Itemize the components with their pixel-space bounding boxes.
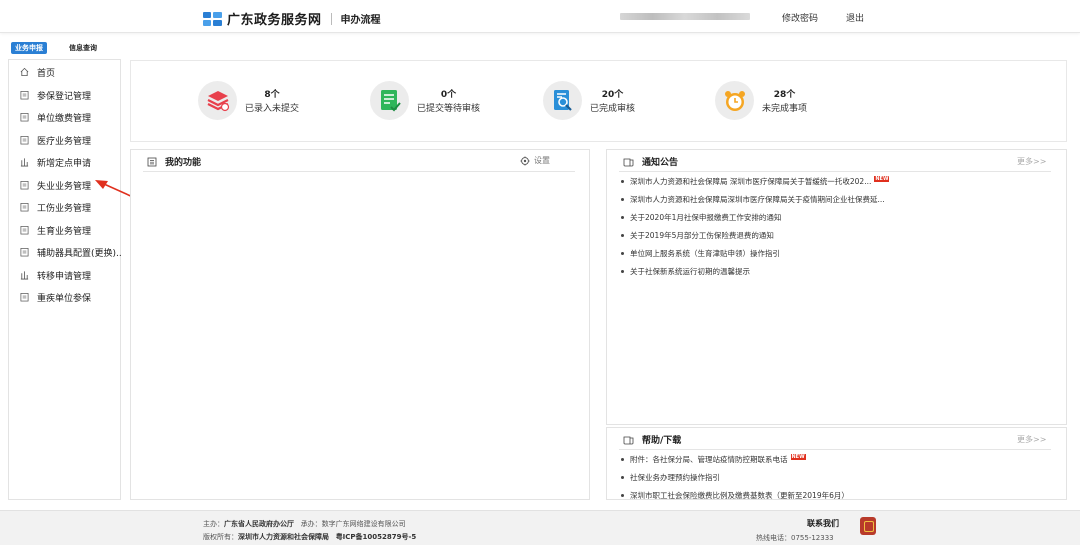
notice-icon [623, 436, 634, 444]
sidebar-item-enrollment[interactable]: 参保登记管理 [9, 86, 121, 104]
stat-count: 8个 [264, 90, 280, 100]
doc-search-icon [543, 81, 582, 120]
document-icon [20, 113, 29, 122]
sidebar-item-label: 医疗业务管理 [37, 136, 92, 147]
notices-more-link[interactable]: 更多>> [1017, 156, 1046, 167]
document-icon [20, 226, 29, 235]
notices-panel: 通知公告 更多>> 深圳市人力资源和社会保障局 深圳市医疗保障局关于暂缓统一托收… [606, 149, 1067, 425]
stat-label: 未完成事项 [762, 104, 808, 114]
stat-unfinished[interactable]: 28个 未完成事项 [715, 81, 807, 120]
help-title: 帮助/下载 [623, 433, 681, 446]
document-icon [20, 136, 29, 145]
sidebar-item-medical[interactable]: 医疗业务管理 [9, 131, 121, 149]
sidebar-item-label: 新增定点申请 [37, 158, 92, 169]
notice-item[interactable]: 关于2019年5月部分工伤保险费退费的通知 [621, 230, 774, 241]
page-footer: 主办：广东省人民政府办公厅 承办：数字广东网络建设有限公司 版权所有：深圳市人力… [0, 510, 1080, 545]
sidebar-item-home[interactable]: 首页 [9, 63, 121, 81]
sidebar-item-designated-point[interactable]: 新增定点申请 [9, 153, 121, 171]
notice-item[interactable]: 关于2020年1月社保申报缴费工作安排的通知 [621, 212, 781, 223]
my-functions-title: 我的功能 [147, 155, 201, 168]
panel-divider [619, 449, 1051, 450]
sidebar-item-label: 参保登记管理 [37, 91, 92, 102]
sidebar-item-assistive-devices[interactable]: 辅助器具配置(更换)... [9, 243, 121, 261]
sidebar-item-transfer[interactable]: 转移申请管理 [9, 266, 121, 284]
help-panel: 帮助/下载 更多>> 附件：各社保分局、管理站疫情防控期联系电话 NEW 社保业务… [606, 427, 1067, 500]
stat-label: 已提交等待审核 [417, 104, 481, 114]
hotline-text: 热线电话：0755-12333 [756, 534, 834, 542]
document-icon [20, 248, 29, 257]
logout-link[interactable]: 退出 [846, 11, 864, 24]
new-badge: NEW [874, 175, 890, 182]
site-logo[interactable]: 广东政务服务网 申办流程 [203, 9, 381, 28]
chart-icon [20, 271, 29, 280]
checklist-icon [370, 81, 409, 120]
notice-item[interactable]: 单位网上服务系统（生育津贴申领）操作指引 [621, 248, 780, 259]
stat-completed[interactable]: 20个 已完成审核 [543, 81, 635, 120]
sidebar-item-label: 单位缴费管理 [37, 113, 92, 124]
gear-icon [520, 156, 530, 165]
stat-label: 已完成审核 [590, 104, 636, 114]
stat-count: 0个 [440, 90, 457, 100]
sidebar-item-label: 失业业务管理 [37, 181, 92, 192]
tab-business-declare[interactable]: 业务申报 [11, 42, 47, 54]
notice-icon [623, 158, 634, 166]
stat-count: 20个 [601, 90, 624, 100]
home-icon [20, 67, 29, 77]
tab-info-query[interactable]: 信息查询 [69, 42, 97, 54]
notices-title: 通知公告 [623, 155, 678, 168]
help-item[interactable]: 附件：各社保分局、管理站疫情防控期联系电话 NEW [621, 453, 806, 465]
user-info-redacted [620, 13, 750, 20]
sidebar-item-label: 生育业务管理 [37, 226, 92, 237]
stat-label: 已录入未提交 [245, 104, 300, 114]
sidebar-item-label: 工伤业务管理 [37, 203, 92, 214]
document-icon [20, 293, 29, 302]
list-icon [147, 157, 157, 166]
help-item[interactable]: 社保业务办理预约操作指引 [621, 472, 720, 483]
sidebar: 首页 参保登记管理 单位缴费管理 医疗业务管理 新增定点申请 失业业务管理 工伤… [8, 59, 121, 500]
new-badge: NEW [790, 453, 806, 460]
chart-icon [20, 158, 29, 167]
my-functions-panel: 我的功能 设置 [130, 149, 590, 500]
stack-icon [198, 81, 237, 120]
notice-item[interactable]: 深圳市人力资源和社会保障局 深圳市医疗保障局关于暂缓统一托收202... NEW [621, 175, 890, 187]
sidebar-item-critical-illness[interactable]: 重疾单位参保 [9, 288, 121, 306]
change-password-link[interactable]: 修改密码 [782, 11, 818, 24]
notice-item[interactable]: 关于社保新系统运行初期的温馨提示 [621, 266, 750, 277]
site-name: 广东政务服务网 [227, 13, 322, 28]
settings-button[interactable]: 设置 [520, 155, 550, 166]
sidebar-item-label: 重疾单位参保 [37, 293, 92, 304]
page-subtitle: 申办流程 [340, 15, 381, 26]
notice-item[interactable]: 深圳市人力资源和社会保障局深圳市医疗保障局关于疫情期间企业社保费延... [621, 194, 885, 205]
stats-panel: 8个 已录入未提交 0个 已提交等待审核 20个 已完成审核 28个 未完成事项 [130, 60, 1067, 142]
document-icon [20, 203, 29, 212]
footer-host-line: 主办：广东省人民政府办公厅 承办：数字广东网络建设有限公司 [203, 520, 406, 528]
alarm-clock-icon [715, 81, 754, 120]
help-more-link[interactable]: 更多>> [1017, 434, 1046, 445]
top-header: 广东政务服务网 申办流程 修改密码 退出 [0, 0, 1080, 33]
panel-divider [619, 171, 1051, 172]
stat-count: 28个 [773, 90, 796, 100]
sidebar-item-label: 转移申请管理 [37, 271, 92, 282]
logo-divider [330, 12, 332, 25]
logo-mark-icon [203, 11, 222, 26]
sidebar-item-payment[interactable]: 单位缴费管理 [9, 108, 121, 126]
stat-draft[interactable]: 8个 已录入未提交 [198, 81, 299, 120]
footer-copyright-line: 版权所有：深圳市人力资源和社会保障局 粤ICP备10052879号-5 [203, 533, 417, 541]
document-icon [20, 181, 29, 190]
sidebar-item-label: 首页 [37, 68, 56, 79]
sidebar-item-label: 辅助器具配置(更换)... [37, 248, 121, 259]
contact-us-link[interactable]: 联系我们 [807, 518, 839, 529]
stat-pending-review[interactable]: 0个 已提交等待审核 [370, 81, 480, 120]
help-item[interactable]: 深圳市职工社会保险缴费比例及缴费基数表（更新至2019年6月） [621, 490, 849, 501]
document-icon [20, 91, 29, 100]
panel-divider [143, 171, 575, 172]
emblem-icon [860, 517, 876, 535]
